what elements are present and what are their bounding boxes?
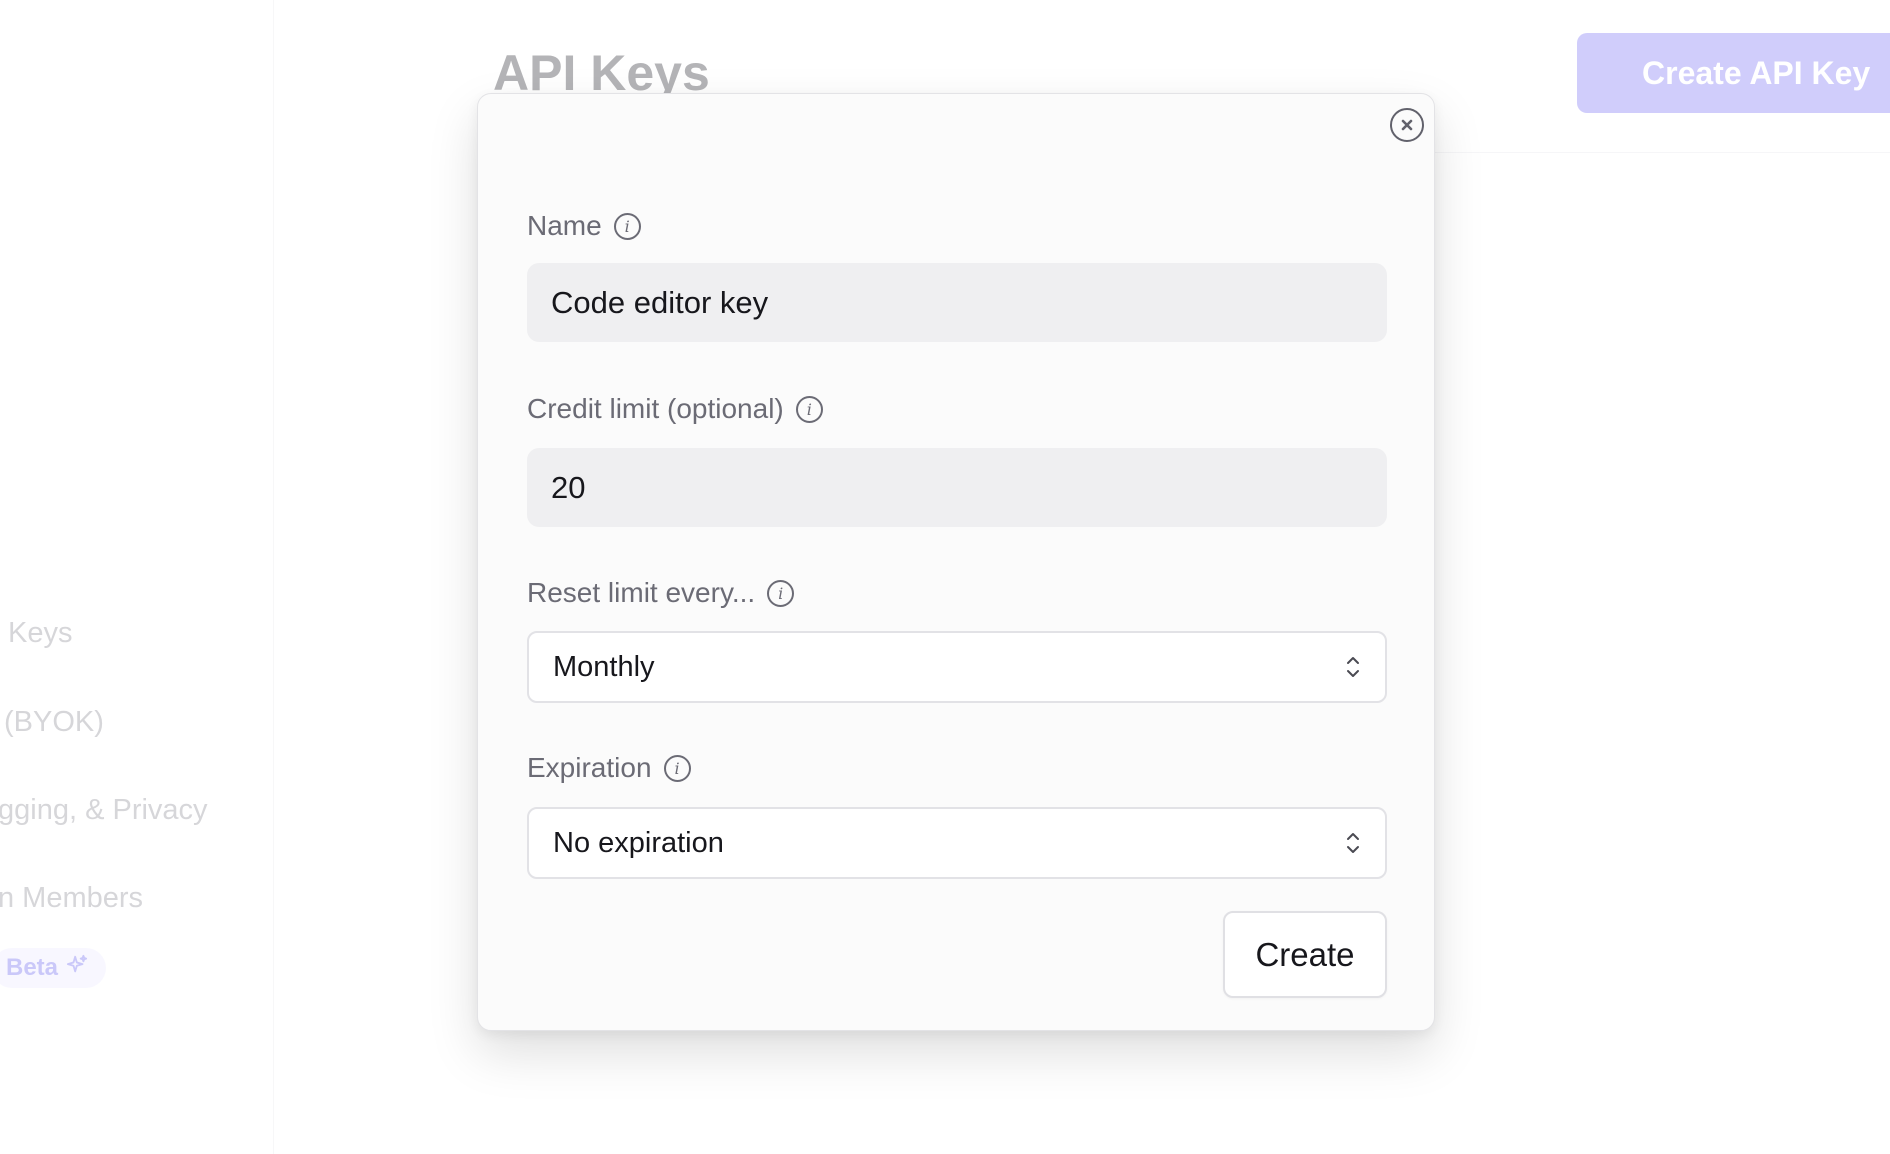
- reset-limit-label-text: Reset limit every...: [527, 577, 756, 608]
- expiration-label-text: Expiration: [527, 752, 652, 783]
- name-input[interactable]: [527, 263, 1387, 342]
- name-label-text: Name: [527, 210, 602, 241]
- sidebar-item-byok[interactable]: (BYOK): [4, 706, 104, 739]
- credit-limit-label: Credit limit (optional) i: [527, 393, 823, 425]
- close-icon: [1400, 118, 1414, 132]
- credit-limit-input[interactable]: [527, 448, 1387, 527]
- create-api-key-modal: Name i Credit limit (optional) i Reset l…: [477, 93, 1435, 1031]
- info-icon[interactable]: i: [767, 579, 795, 607]
- create-button[interactable]: Create: [1223, 911, 1387, 998]
- expiration-value: No expiration: [553, 826, 724, 859]
- chevron-up-down-icon: [1345, 654, 1361, 680]
- reset-limit-select[interactable]: Monthly: [527, 631, 1387, 703]
- expiration-select[interactable]: No expiration: [527, 807, 1387, 879]
- sparkle-icon: [66, 954, 88, 983]
- info-icon[interactable]: i: [795, 395, 823, 423]
- header-divider: [1435, 152, 1890, 153]
- close-button[interactable]: [1390, 108, 1424, 142]
- credit-limit-label-text: Credit limit (optional): [527, 393, 784, 424]
- sidebar: Keys (BYOK) gging, & Privacy n Members B…: [0, 0, 274, 1154]
- reset-limit-value: Monthly: [553, 650, 655, 683]
- beta-label: Beta: [6, 954, 59, 981]
- create-api-key-button[interactable]: Create API Key: [1577, 33, 1890, 113]
- sidebar-item-keys[interactable]: Keys: [8, 617, 72, 650]
- reset-limit-label: Reset limit every... i: [527, 577, 795, 609]
- info-icon[interactable]: i: [613, 212, 641, 240]
- chevron-up-down-icon: [1345, 830, 1361, 856]
- beta-badge: Beta: [0, 948, 107, 988]
- expiration-label: Expiration i: [527, 752, 691, 784]
- sidebar-item-logging-privacy[interactable]: gging, & Privacy: [0, 794, 208, 827]
- info-icon[interactable]: i: [663, 754, 691, 782]
- sidebar-item-members[interactable]: n Members: [0, 882, 143, 915]
- name-label: Name i: [527, 210, 641, 242]
- page: Keys (BYOK) gging, & Privacy n Members B…: [0, 0, 1890, 1154]
